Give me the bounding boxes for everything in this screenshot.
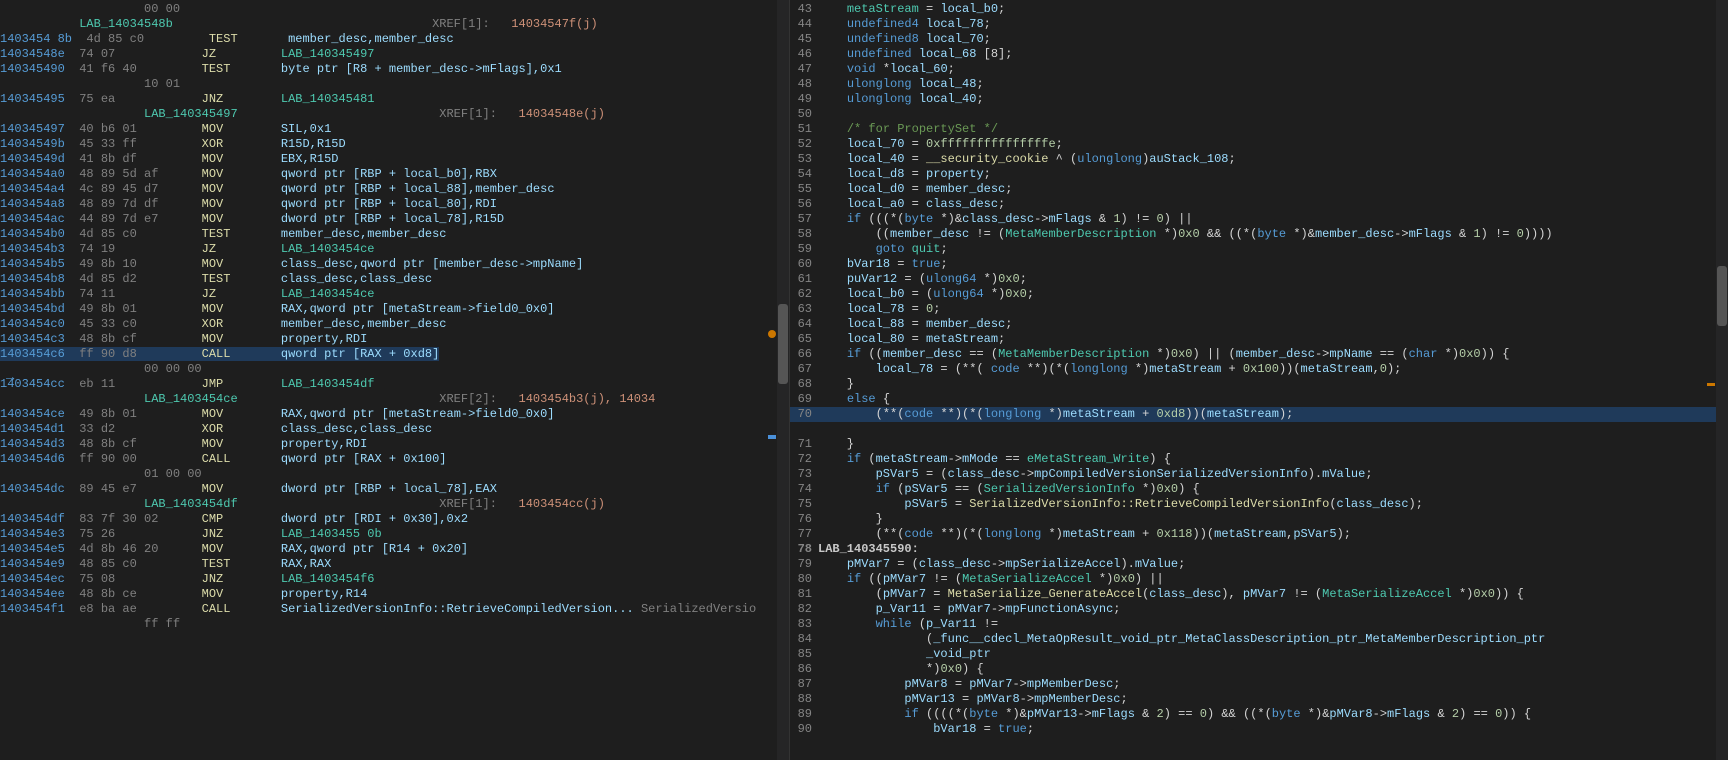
decompiler-code: 43 metaStream = local_b0; 44 undefined4 … [790, 0, 1728, 760]
scroll-indicator [768, 435, 776, 439]
left-scrollbar[interactable] [777, 0, 789, 760]
disassembly-panel[interactable]: 00 00 LAB_14034548b XREF[1]: 14034547f(j… [0, 0, 790, 760]
left-scrollbar-thumb[interactable] [778, 304, 788, 384]
decompiler-panel[interactable]: 43 metaStream = local_b0; 44 undefined4 … [790, 0, 1728, 760]
breakpoint-marker [768, 330, 776, 338]
right-scroll-marker [1707, 383, 1715, 386]
right-scrollbar[interactable] [1716, 0, 1728, 760]
arrow-indicator: → [6, 370, 14, 386]
right-scrollbar-thumb[interactable] [1717, 266, 1727, 326]
disassembly-code: 00 00 LAB_14034548b XREF[1]: 14034547f(j… [0, 0, 789, 760]
